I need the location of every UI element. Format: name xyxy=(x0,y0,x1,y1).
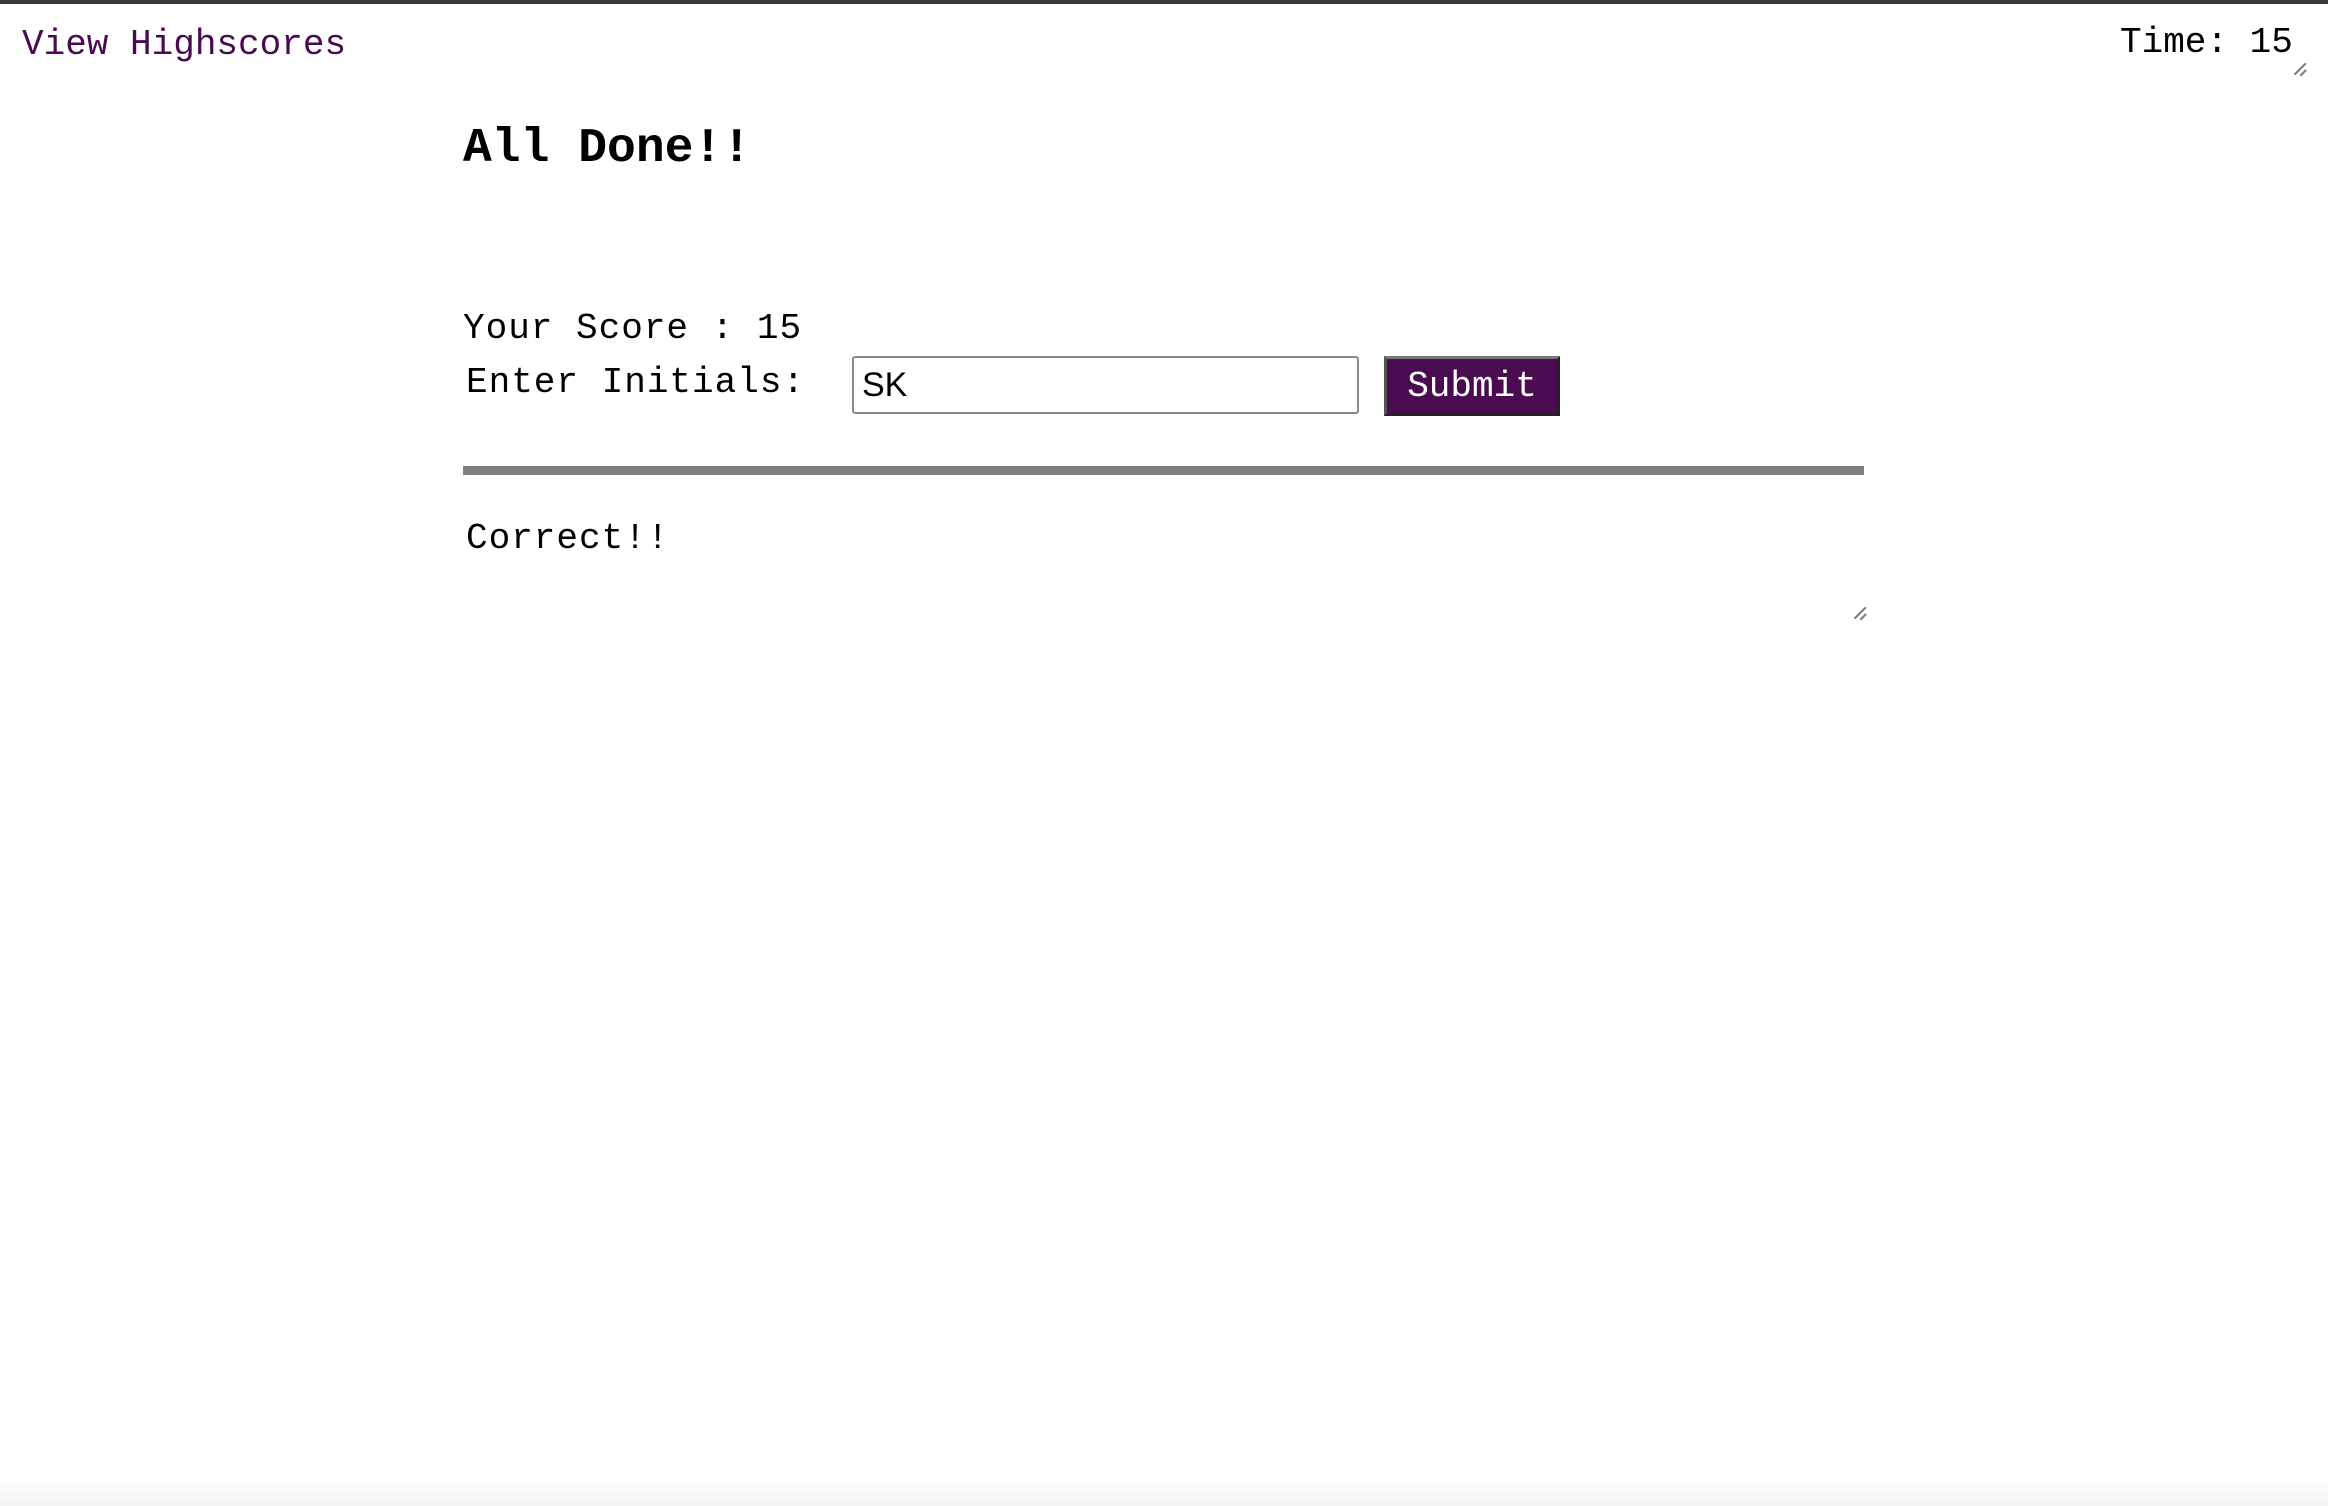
resize-handle-icon[interactable] xyxy=(2292,60,2306,74)
timer-value: 15 xyxy=(2249,22,2293,63)
page-title: All Done!! xyxy=(463,122,752,176)
timer: Time: 15 xyxy=(2120,22,2293,63)
divider xyxy=(463,466,1864,475)
initials-input[interactable] xyxy=(852,356,1359,414)
top-border xyxy=(0,0,2328,4)
timer-label: Time: xyxy=(2120,22,2250,63)
bottom-edge xyxy=(0,1476,2328,1506)
view-highscores-link[interactable]: View Highscores xyxy=(22,24,346,65)
feedback-text: Correct!! xyxy=(466,518,670,559)
resize-handle-icon[interactable] xyxy=(1852,604,1866,618)
initials-label: Enter Initials: xyxy=(466,362,828,403)
submit-button[interactable]: Submit xyxy=(1384,356,1560,416)
score-text: Your Score : 15 xyxy=(463,308,803,349)
